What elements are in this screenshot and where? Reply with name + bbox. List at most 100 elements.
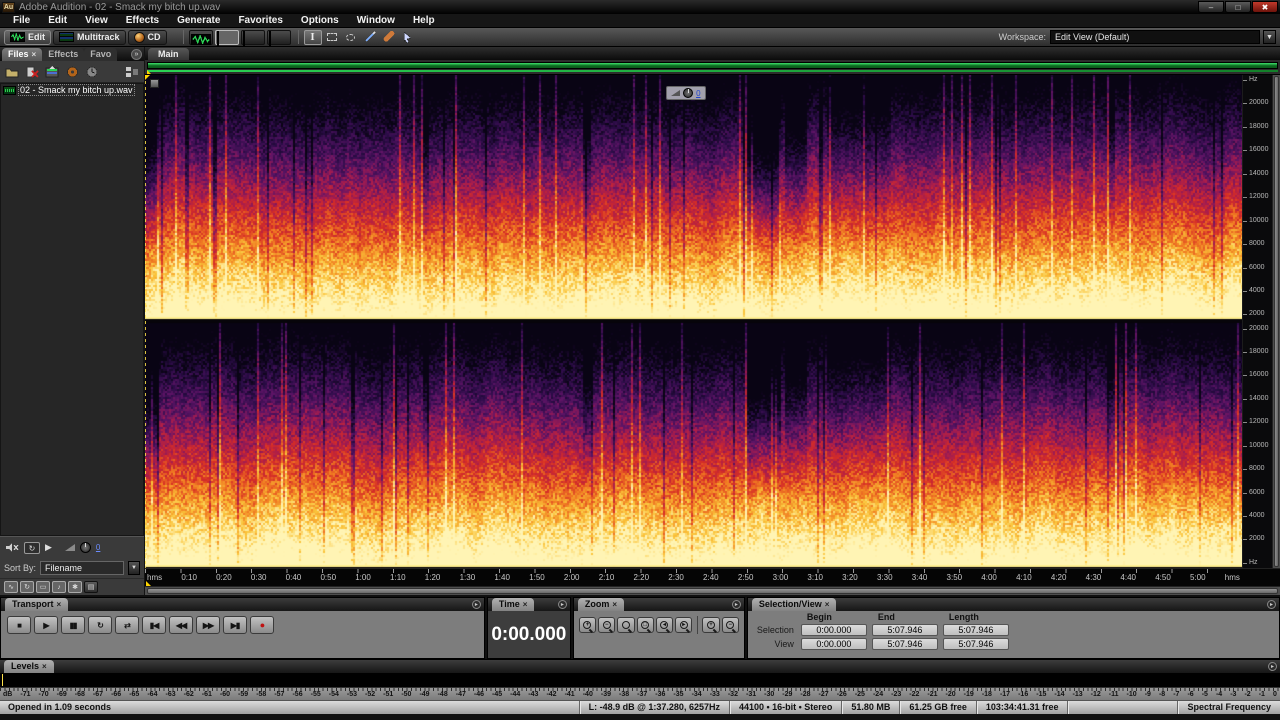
tab-selection-view[interactable]: Selection/View ×	[751, 598, 837, 611]
tab-levels[interactable]: Levels ×	[4, 660, 54, 673]
time-selection-tool[interactable]: I	[303, 29, 322, 45]
overview-scroll-bar[interactable]	[145, 60, 1280, 75]
pause-button[interactable]: ▮▮	[61, 616, 85, 634]
stop-button[interactable]: ■	[7, 616, 31, 634]
scrub-tool[interactable]	[399, 30, 417, 45]
spot-healing-brush-tool[interactable]	[380, 30, 398, 45]
tab-time[interactable]: Time ×	[491, 598, 535, 611]
panel-menu-icon[interactable]: ▸	[471, 600, 481, 609]
waveform-display-button[interactable]	[188, 29, 213, 45]
filter-midi-icon[interactable]: ♪	[52, 581, 66, 593]
spectral-display[interactable]: 0	[145, 75, 1242, 568]
floating-volume-control[interactable]: 0	[666, 86, 706, 100]
marquee-selection-tool[interactable]	[323, 30, 341, 45]
play-looped-button[interactable]: ↻	[88, 616, 112, 634]
playhead-bottom-marker-icon[interactable]	[146, 581, 151, 586]
tab-close-icon[interactable]: ×	[523, 600, 528, 609]
preview-volume-wedge-icon[interactable]	[64, 544, 75, 551]
sort-dropdown-arrow-icon[interactable]: ▼	[128, 561, 140, 575]
menu-item[interactable]: Window	[348, 14, 404, 28]
menu-item[interactable]: Effects	[117, 14, 168, 28]
filter-marker-icon[interactable]: ✱	[68, 581, 82, 593]
preview-volume-value[interactable]: 0	[96, 543, 100, 552]
panel-menu-icon[interactable]: »	[131, 49, 142, 60]
zoom-out-horizontal-button[interactable]: −	[598, 617, 616, 633]
import-file-icon[interactable]	[4, 64, 20, 79]
speaker-off-icon[interactable]	[5, 542, 19, 553]
panel-menu-icon[interactable]: ▸	[1267, 600, 1276, 609]
insert-into-cd-icon[interactable]	[64, 64, 80, 79]
panel-menu-icon[interactable]: ▸	[557, 600, 567, 609]
filter-waveform-icon[interactable]: ∿	[4, 581, 18, 593]
preview-play-icon[interactable]: ▶	[45, 542, 52, 553]
restore-button[interactable]: □	[1225, 1, 1251, 13]
volume-value[interactable]: 0	[696, 89, 700, 98]
vertical-scrollbar[interactable]	[1272, 75, 1280, 568]
multitrack-view-button[interactable]: Multitrack	[53, 29, 126, 45]
display-corner-handle[interactable]	[150, 79, 159, 88]
selection-end-field[interactable]: 5:07.946	[871, 624, 938, 636]
spectrogram-canvas[interactable]	[145, 75, 1242, 568]
vertical-scroll-thumb[interactable]	[1274, 76, 1279, 567]
loop-button[interactable]: ⇄	[115, 616, 139, 634]
tab-main[interactable]: Main	[148, 48, 189, 60]
horizontal-scroll-thumb[interactable]	[147, 588, 1278, 594]
close-button[interactable]: ✖	[1252, 1, 1278, 13]
tab-files[interactable]: Files ×	[2, 48, 43, 61]
tab-zoom[interactable]: Zoom ×	[577, 598, 625, 611]
options-icon[interactable]	[84, 64, 100, 79]
level-meter[interactable]	[0, 673, 1280, 688]
menu-item[interactable]: Favorites	[229, 14, 291, 28]
selection-length-field[interactable]: 5:07.946	[942, 624, 1009, 636]
tab-favorites[interactable]: Favo	[84, 48, 118, 61]
menu-item[interactable]: Edit	[39, 14, 76, 28]
selection-begin-field[interactable]: 0:00.000	[800, 624, 867, 636]
menu-item[interactable]: Help	[404, 14, 444, 28]
panel-menu-icon[interactable]: ▸	[1268, 662, 1277, 671]
view-begin-field[interactable]: 0:00.000	[800, 638, 867, 650]
tab-effects[interactable]: Effects	[42, 48, 85, 61]
zoom-in-right-button[interactable]: ▸	[675, 617, 693, 633]
menu-item[interactable]: Options	[292, 14, 348, 28]
edit-view-button[interactable]: Edit	[4, 29, 51, 45]
view-length-field[interactable]: 5:07.946	[942, 638, 1009, 650]
record-button[interactable]: ●	[250, 616, 274, 634]
tab-close-icon[interactable]: ×	[825, 600, 830, 609]
preview-volume-knob[interactable]	[79, 542, 91, 553]
zoom-to-selection-button[interactable]: □	[636, 617, 654, 633]
tab-close-icon[interactable]: ×	[57, 600, 62, 609]
close-file-icon[interactable]	[24, 64, 40, 79]
tab-close-icon[interactable]: ×	[42, 662, 47, 671]
volume-knob[interactable]	[683, 88, 694, 98]
spectral-pan-display-button[interactable]	[240, 29, 265, 50]
tab-close-icon[interactable]: ×	[612, 600, 617, 609]
panel-menu-icon[interactable]: ▸	[731, 600, 741, 609]
effects-paintbrush-tool[interactable]	[361, 30, 379, 45]
toggle-details-icon[interactable]	[124, 64, 140, 79]
menu-item[interactable]: Generate	[168, 14, 229, 28]
preview-loop-icon[interactable]: ↻	[24, 541, 40, 554]
zoom-in-left-button[interactable]: ◂	[655, 617, 674, 633]
fast-forward-button[interactable]: ▶▶	[196, 616, 220, 634]
menu-item[interactable]: File	[4, 14, 39, 28]
sort-by-dropdown[interactable]: Filename	[40, 561, 124, 575]
playhead-line[interactable]	[145, 75, 146, 568]
go-to-end-button[interactable]: ▶▮	[223, 616, 247, 634]
horizontal-scrollbar[interactable]	[145, 586, 1280, 595]
rewind-button[interactable]: ◀◀	[169, 616, 193, 634]
filter-loop-icon[interactable]: ↻	[20, 581, 34, 593]
zoom-out-vertical-button[interactable]: −	[721, 617, 739, 633]
spectral-frequency-display-button[interactable]	[214, 29, 239, 50]
tab-close-icon[interactable]: ×	[32, 50, 37, 59]
zoom-in-horizontal-button[interactable]: +	[578, 617, 597, 633]
view-end-field[interactable]: 5:07.946	[871, 638, 938, 650]
tab-transport[interactable]: Transport ×	[5, 598, 69, 611]
insert-into-multitrack-icon[interactable]	[44, 64, 60, 79]
filter-video-icon[interactable]: ▭	[36, 581, 50, 593]
spectral-phase-display-button[interactable]	[266, 29, 291, 50]
lasso-selection-tool[interactable]	[342, 30, 360, 45]
filter-session-icon[interactable]: ▤	[84, 581, 98, 593]
go-to-beginning-button[interactable]: ▮◀	[142, 616, 166, 634]
minimize-button[interactable]: –	[1198, 1, 1224, 13]
overview-range-bar[interactable]	[147, 62, 1278, 69]
